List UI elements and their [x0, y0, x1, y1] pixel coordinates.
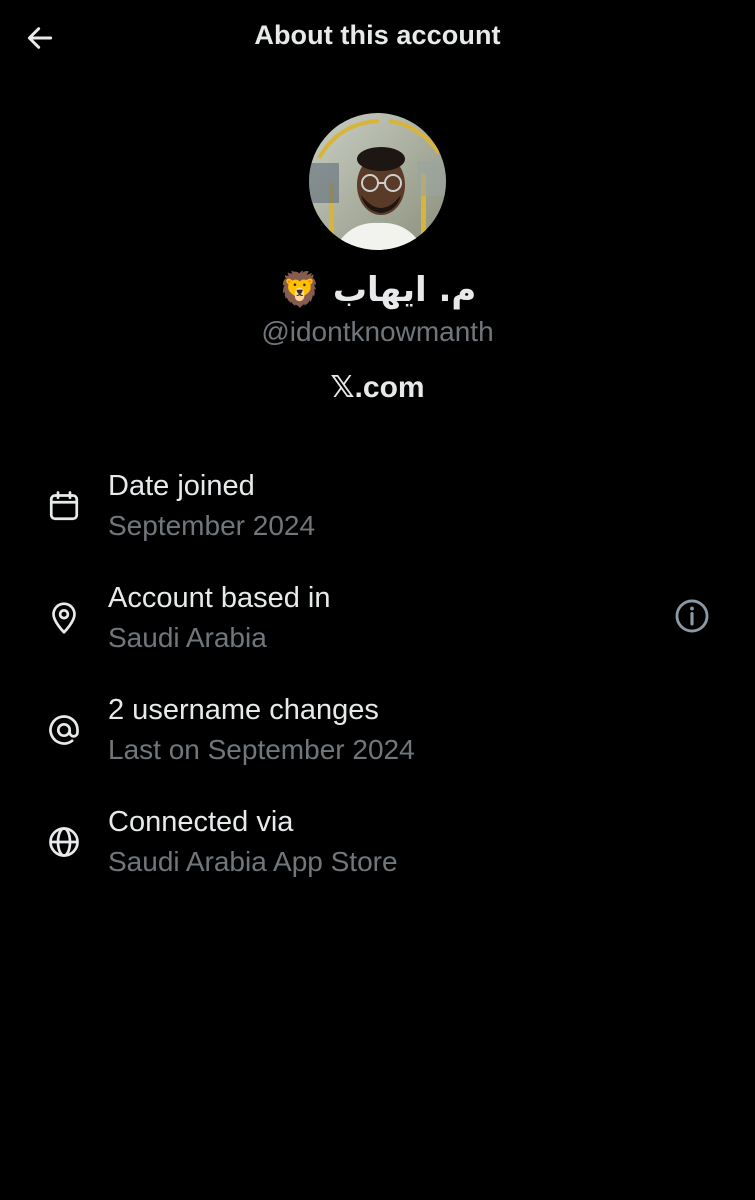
info-button[interactable] [672, 598, 712, 638]
info-subtitle: Saudi Arabia App Store [108, 846, 398, 877]
header-bar: About this account [0, 0, 755, 78]
page-title: About this account [254, 20, 501, 50]
avatar[interactable] [309, 113, 446, 250]
info-subtitle: September 2024 [108, 510, 316, 541]
display-name: 🦁 م. ايهاب [0, 270, 755, 310]
info-title: 2 username changes [108, 694, 379, 726]
platform-domain: 𝕏.com [330, 371, 425, 404]
info-item-account-based-in: Account based in Saudi Arabia [0, 582, 755, 682]
location-pin-icon [44, 598, 84, 638]
info-title: Connected via [108, 806, 294, 838]
lion-emoji: 🦁 [278, 270, 321, 310]
info-title: Account based in [108, 582, 331, 614]
info-icon [673, 597, 711, 640]
info-item-connected-via: Connected via Saudi Arabia App Store [0, 806, 755, 906]
info-subtitle: Last on September 2024 [108, 734, 415, 765]
calendar-icon [44, 486, 84, 526]
info-item-date-joined: Date joined September 2024 [0, 470, 755, 570]
display-name-text: م. ايهاب [332, 270, 477, 310]
globe-icon [44, 822, 84, 862]
info-subtitle: Saudi Arabia [108, 622, 267, 653]
at-sign-icon [44, 710, 84, 750]
info-item-username-changes: 2 username changes Last on September 202… [0, 694, 755, 794]
info-title: Date joined [108, 470, 255, 502]
username-handle: @idontknowmanth [261, 316, 494, 347]
